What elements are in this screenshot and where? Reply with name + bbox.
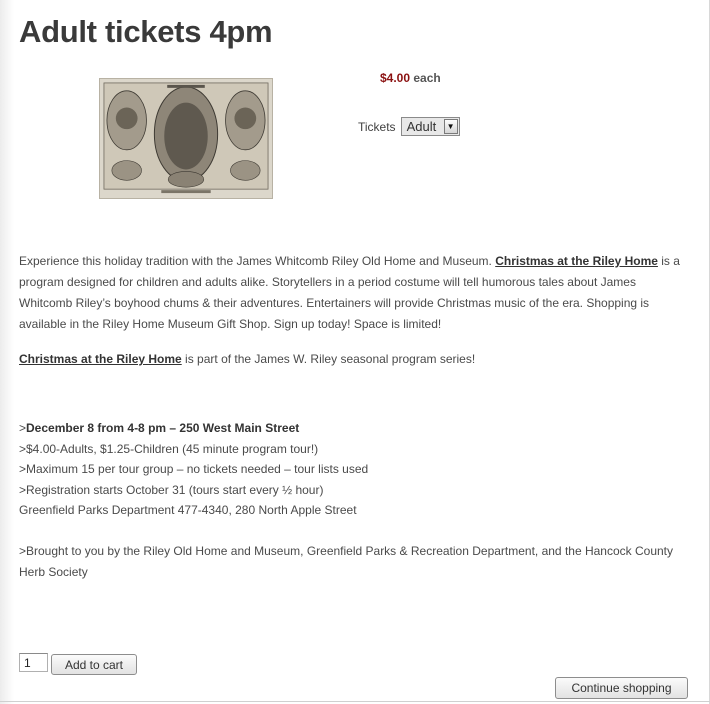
- add-to-cart-button[interactable]: Add to cart: [51, 654, 137, 675]
- divider: [0, 701, 710, 702]
- group-size-line: >Maximum 15 per tour group – no tickets …: [19, 462, 369, 476]
- riley-home-link[interactable]: Christmas at the Riley Home: [19, 352, 182, 366]
- ticket-select-value: Adult: [406, 119, 437, 134]
- ticket-label: Tickets: [358, 119, 396, 134]
- price-suffix: each: [410, 71, 441, 85]
- continue-shopping-button[interactable]: Continue shopping: [555, 677, 688, 699]
- price-line: $4.00 each: [380, 71, 441, 85]
- quantity-input[interactable]: [19, 653, 48, 672]
- event-details: >December 8 from 4-8 pm – 250 West Main …: [19, 418, 691, 582]
- pricing-line: >$4.00-Adults, $1.25-Children (45 minute…: [19, 441, 319, 456]
- ticket-variant: Tickets Adult ▼: [358, 117, 460, 136]
- engraving-illustration: [100, 79, 272, 198]
- description-paragraph: Experience this holiday tradition with t…: [19, 251, 691, 335]
- description-text: is part of the James W. Riley seasonal p…: [181, 352, 476, 366]
- product-image[interactable]: [99, 78, 273, 199]
- description-paragraph: Christmas at the Riley Home is part of t…: [19, 349, 691, 370]
- event-date: December 8 from 4-8 pm – 250 West Main S…: [26, 421, 300, 435]
- ticket-select[interactable]: Adult ▼: [400, 117, 460, 136]
- riley-home-link[interactable]: Christmas at the Riley Home: [495, 254, 658, 268]
- dropdown-arrow-icon[interactable]: ▼: [443, 119, 458, 134]
- sponsors-line: >Brought to you by the Riley Old Home an…: [19, 544, 673, 579]
- price-value: $4.00: [380, 71, 411, 85]
- product-page: Adult tickets 4pm $4.00 each Tickets Adu…: [0, 0, 710, 704]
- description-text: Experience this holiday tradition with t…: [19, 254, 496, 268]
- page-title: Adult tickets 4pm: [19, 14, 273, 49]
- contact-line: Greenfield Parks Department 477-4340, 28…: [19, 503, 357, 517]
- event-date-line: >December 8 from 4-8 pm – 250 West Main …: [19, 418, 691, 439]
- date-prefix: >: [19, 421, 27, 435]
- product-description: Experience this holiday tradition with t…: [19, 251, 691, 384]
- registration-line: >Registration starts October 31 (tours s…: [19, 482, 324, 497]
